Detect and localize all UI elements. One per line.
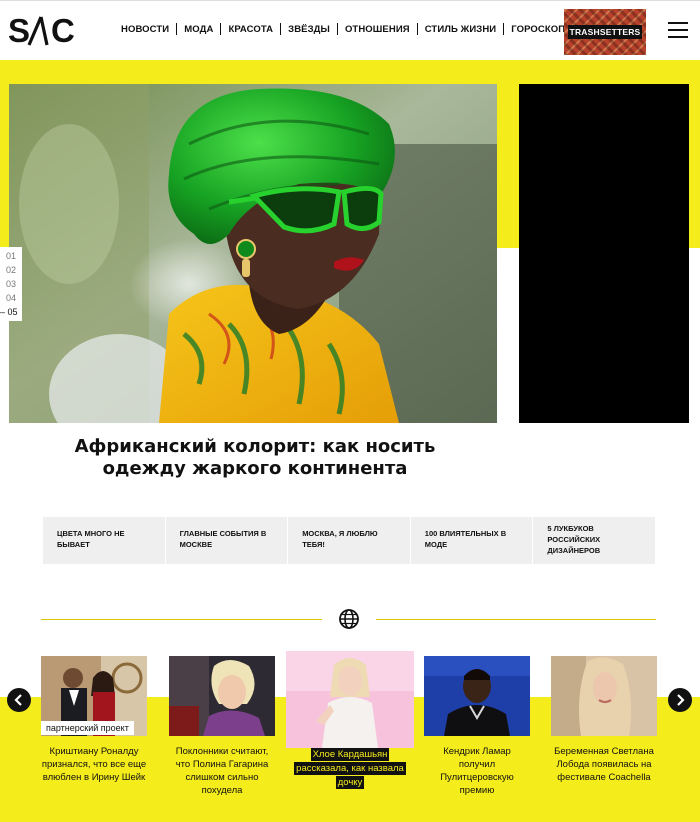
slide-number[interactable]: 01 — [0, 249, 22, 263]
slide-number[interactable]: 03 — [0, 277, 22, 291]
nav-item-horoscope[interactable]: ГОРОСКОП — [504, 24, 572, 35]
site-logo[interactable]: S C — [8, 11, 82, 49]
svg-text:S: S — [8, 12, 29, 49]
news-card-caption: Кендрик Ламар получил Пулитцеровскую пре… — [440, 746, 514, 796]
nav-item-fashion[interactable]: МОДА — [177, 24, 220, 35]
globe-icon — [339, 609, 359, 629]
nav-item-beauty[interactable]: КРАСОТА — [221, 24, 280, 35]
news-card[interactable]: Кендрик Ламар получил Пулитцеровскую пре… — [424, 656, 530, 797]
topic-tile[interactable]: МОСКВА, Я ЛЮБЛЮ ТЕБЯ! — [288, 517, 411, 564]
news-card-image — [286, 651, 414, 748]
news-card-caption: Криштиану Роналду признался, что все еще… — [41, 746, 147, 783]
slide-number-active[interactable]: – 05 — [0, 305, 22, 319]
hero-title[interactable]: Африканский колорит: как носить одежду ж… — [40, 436, 470, 480]
news-card-image — [169, 656, 275, 736]
main-nav: НОВОСТИ МОДА КРАСОТА ЗВЁЗДЫ ОТНОШЕНИЯ СТ… — [114, 23, 572, 35]
topic-tiles: ЦВЕТА МНОГО НЕ БЫВАЕТ ГЛАВНЫЕ СОБЫТИЯ В … — [43, 517, 655, 564]
news-card[interactable]: партнерский проект Криштиану Роналду при… — [41, 656, 147, 784]
hero-image[interactable] — [9, 84, 497, 423]
nav-item-news[interactable]: НОВОСТИ — [114, 24, 176, 35]
news-card-image — [424, 656, 530, 736]
topic-tile[interactable]: 100 ВЛИЯТЕЛЬНЫХ В МОДЕ — [411, 517, 534, 564]
slide-number[interactable]: 04 — [0, 291, 22, 305]
chevron-right-icon — [677, 694, 685, 706]
news-card-featured[interactable]: Хлое Кардашьян рассказала, как назвала д… — [286, 651, 414, 790]
ad-banner-label: TRASHSETTERS — [568, 25, 642, 39]
news-card-caption: Беременная Светлана Лобода появилась на … — [554, 746, 654, 783]
news-card-caption-text: Хлое Кардашьян рассказала, как назвала д… — [294, 748, 406, 789]
section-divider-left — [41, 619, 322, 620]
slide-indicator: 01 02 03 04 – 05 — [0, 247, 22, 321]
topic-tile[interactable]: ЦВЕТА МНОГО НЕ БЫВАЕТ — [43, 517, 166, 564]
topic-tile[interactable]: 5 ЛУКБУКОВ РОССИЙСКИХ ДИЗАЙНЕРОВ — [533, 517, 655, 564]
news-card-image: партнерский проект — [41, 656, 147, 736]
svg-text:C: C — [51, 12, 75, 49]
section-divider-right — [376, 619, 656, 620]
news-card[interactable]: Беременная Светлана Лобода появилась на … — [551, 656, 657, 784]
active-slide-label: 05 — [7, 307, 18, 317]
news-card[interactable]: Поклонники считают, что Полина Гагарина … — [169, 656, 275, 797]
chevron-left-icon — [14, 694, 22, 706]
news-card-image — [551, 656, 657, 736]
topic-tile[interactable]: ГЛАВНЫЕ СОБЫТИЯ В МОСКВЕ — [166, 517, 289, 564]
nav-item-relationships[interactable]: ОТНОШЕНИЯ — [338, 24, 417, 35]
carousel-next-button[interactable] — [668, 688, 692, 712]
slide-number[interactable]: 02 — [0, 263, 22, 277]
header-ad-banner[interactable]: TRASHSETTERS — [564, 9, 646, 55]
nav-item-lifestyle[interactable]: СТИЛЬ ЖИЗНИ — [418, 24, 504, 35]
site-header: S C НОВОСТИ МОДА КРАСОТА ЗВЁЗДЫ ОТНОШЕНИ… — [0, 0, 700, 60]
news-card-caption: Хлое Кардашьян рассказала, как назвала д… — [286, 748, 414, 790]
hero-side-ad[interactable] — [519, 84, 689, 423]
nav-item-stars[interactable]: ЗВЁЗДЫ — [281, 24, 337, 35]
carousel-prev-button[interactable] — [7, 688, 31, 712]
news-card-caption: Поклонники считают, что Полина Гагарина … — [175, 746, 269, 796]
hamburger-icon[interactable] — [668, 22, 688, 38]
partner-badge: партнерский проект — [41, 721, 134, 735]
